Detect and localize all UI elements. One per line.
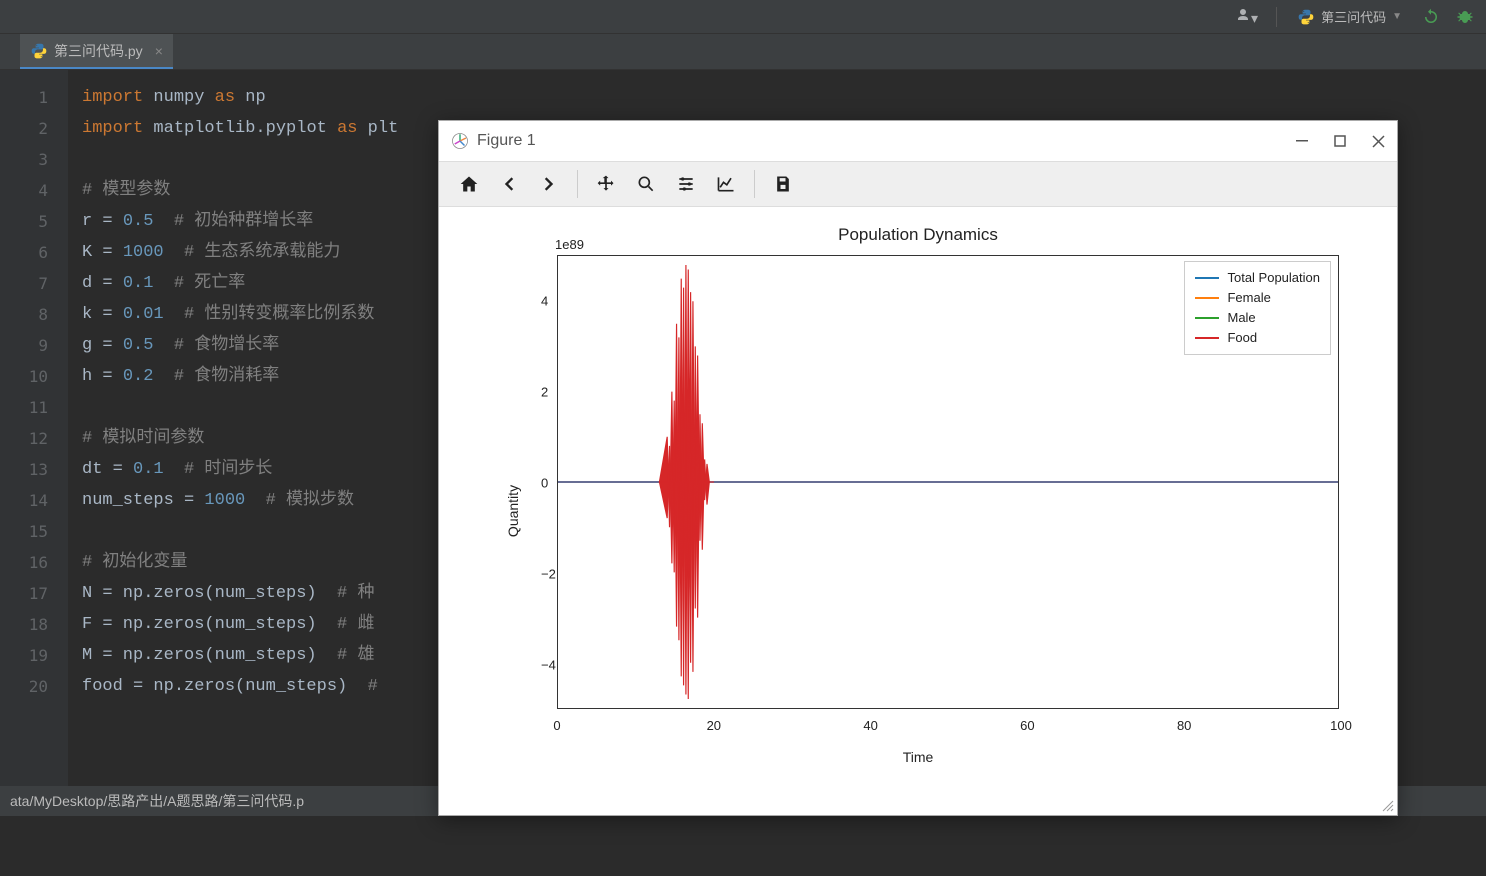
back-icon[interactable] [491,166,527,202]
maximize-icon[interactable] [1334,135,1346,148]
legend-item: Food [1195,328,1320,348]
legend: Total Population Female Male Food [1184,261,1331,355]
figure-title: Figure 1 [477,132,536,150]
run-again-icon[interactable] [1418,8,1444,26]
run-config-selector[interactable]: 第三问代码 ▼ [1289,4,1410,29]
figure-canvas: Population Dynamics 1e89 Quantity Time T… [439,207,1397,815]
chevron-down-icon: ▼ [1392,11,1402,22]
y-axis-label: Quantity [505,485,521,537]
close-window-icon[interactable] [1372,135,1385,148]
legend-item: Total Population [1195,268,1320,288]
save-icon[interactable] [765,166,801,202]
forward-icon[interactable] [531,166,567,202]
debug-icon[interactable] [1452,8,1478,26]
legend-item: Male [1195,308,1320,328]
ide-toolbar: ▾ 第三问代码 ▼ [0,0,1486,34]
figure-window: Figure 1 Population Dynamics 1e89 Quanti… [438,120,1398,816]
minimize-icon[interactable] [1296,135,1308,148]
figure-toolbar [439,161,1397,207]
user-icon[interactable]: ▾ [1229,7,1264,27]
y-exponent: 1e89 [555,237,584,252]
matplotlib-icon [451,132,469,150]
plot-icon[interactable] [708,166,744,202]
figure-titlebar[interactable]: Figure 1 [439,121,1397,161]
tab-label: 第三问代码.py [54,41,143,61]
x-axis-label: Time [439,749,1397,765]
line-gutter: 1234567891011121314151617181920 [0,70,68,786]
home-icon[interactable] [451,166,487,202]
pan-icon[interactable] [588,166,624,202]
close-icon[interactable]: × [155,43,163,59]
status-path: ata/MyDesktop/思路产出/A题思路/第三问代码.p [10,791,304,811]
bottom-pad [0,816,1486,876]
run-config-label: 第三问代码 [1321,7,1386,26]
editor-tab-bar: 第三问代码.py × [0,34,1486,70]
zoom-icon[interactable] [628,166,664,202]
tab-file[interactable]: 第三问代码.py × [20,34,173,69]
resize-grip[interactable] [1381,799,1395,813]
configure-icon[interactable] [668,166,704,202]
legend-item: Female [1195,288,1320,308]
